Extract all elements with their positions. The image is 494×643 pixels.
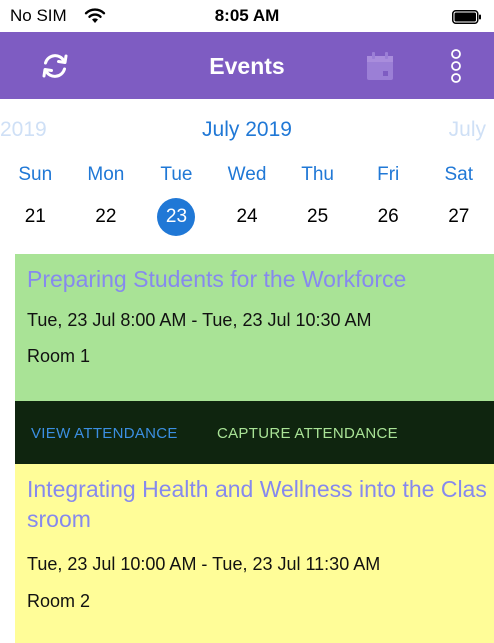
event-room: Room 1 xyxy=(27,346,91,366)
weekday-label: Tue xyxy=(160,164,193,185)
event-card[interactable]: Preparing Students for the Workforce Tue… xyxy=(15,254,494,401)
event-action-bar: VIEW ATTENDANCE CAPTURE ATTENDANCE xyxy=(15,401,494,464)
day-cell[interactable]: 25 xyxy=(282,196,353,238)
weekday-row: Sun Mon Tue Wed Thu Fri Sat xyxy=(0,160,494,190)
calendar-icon[interactable] xyxy=(362,49,398,85)
page-title: Events xyxy=(209,53,285,79)
next-month[interactable]: July xyxy=(449,118,486,142)
day-number: 22 xyxy=(95,206,117,227)
day-cell[interactable]: 22 xyxy=(71,196,142,238)
weekday-label: Sun xyxy=(18,164,53,185)
event-room: Room 2 xyxy=(27,591,91,611)
day-cell[interactable]: 27 xyxy=(423,196,494,238)
event-card[interactable]: Integrating Health and Wellness into the… xyxy=(15,464,494,643)
day-cell[interactable]: 24 xyxy=(212,196,283,238)
event-title: Preparing Students for the Workforce xyxy=(27,266,407,292)
day-number: 25 xyxy=(307,206,329,227)
day-number: 26 xyxy=(377,206,399,227)
event-time: Tue, 23 Jul 8:00 AM - Tue, 23 Jul 10:30 … xyxy=(27,310,372,330)
day-number: 24 xyxy=(236,206,258,227)
event-title: Integrating Health and Wellness into the… xyxy=(27,476,487,532)
weekday-label: Thu xyxy=(301,164,334,185)
navigation-bar: Events xyxy=(0,32,494,99)
day-cell[interactable]: 21 xyxy=(0,196,71,238)
current-month: July 2019 xyxy=(202,118,292,141)
day-cell[interactable]: 26 xyxy=(353,196,424,238)
day-number: 23 xyxy=(165,206,188,227)
day-row: 21 22 23 24 25 26 27 xyxy=(0,196,494,238)
more-vertical-icon[interactable] xyxy=(447,46,465,86)
weekday-label: Fri xyxy=(377,164,400,185)
day-number: 21 xyxy=(24,206,46,227)
event-time: Tue, 23 Jul 10:00 AM - Tue, 23 Jul 11:30… xyxy=(27,554,381,574)
status-bar: No SIM 8:05 AM xyxy=(0,0,494,32)
view-attendance-button[interactable]: VIEW ATTENDANCE xyxy=(31,425,178,442)
day-number: 27 xyxy=(448,206,470,227)
battery-icon xyxy=(452,10,481,24)
weekday-label: Wed xyxy=(227,164,267,185)
clock-time: 8:05 AM xyxy=(214,6,280,25)
selected-day-cell[interactable]: 23 xyxy=(141,196,212,238)
capture-attendance-button[interactable]: CAPTURE ATTENDANCE xyxy=(217,425,398,442)
weekday-label: Mon xyxy=(87,164,125,185)
month-header: 2019 July 2019 July xyxy=(0,112,494,152)
weekday-label: Sat xyxy=(444,164,474,185)
